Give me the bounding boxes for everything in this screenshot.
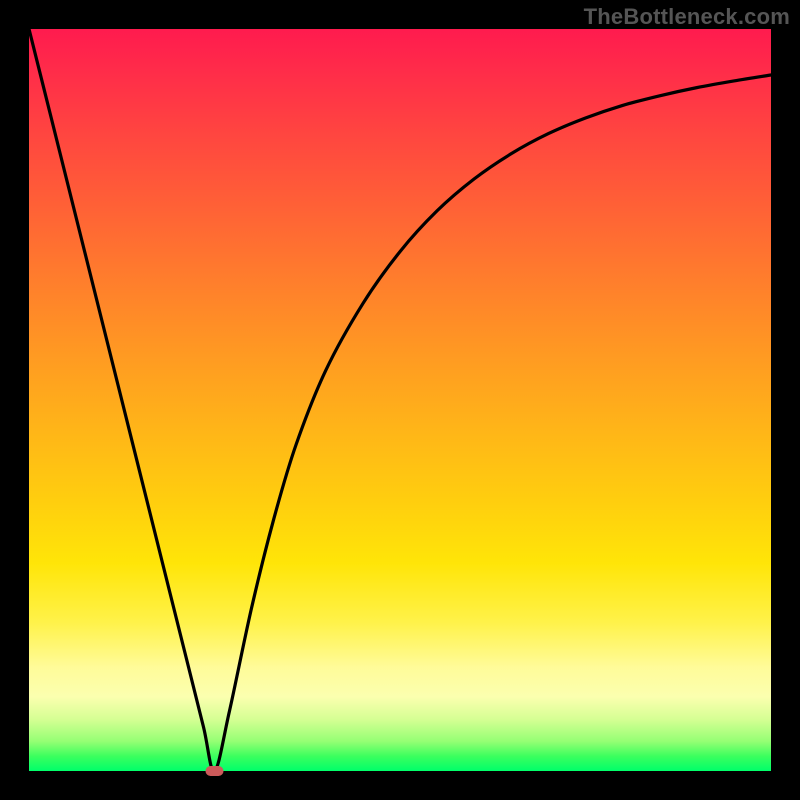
- watermark-text: TheBottleneck.com: [584, 4, 790, 30]
- bottleneck-curve: [29, 29, 771, 771]
- chart-plot-area: [29, 29, 771, 771]
- bottleneck-curve-svg: [29, 29, 771, 771]
- minimum-point-marker: [206, 766, 224, 776]
- chart-frame: TheBottleneck.com: [0, 0, 800, 800]
